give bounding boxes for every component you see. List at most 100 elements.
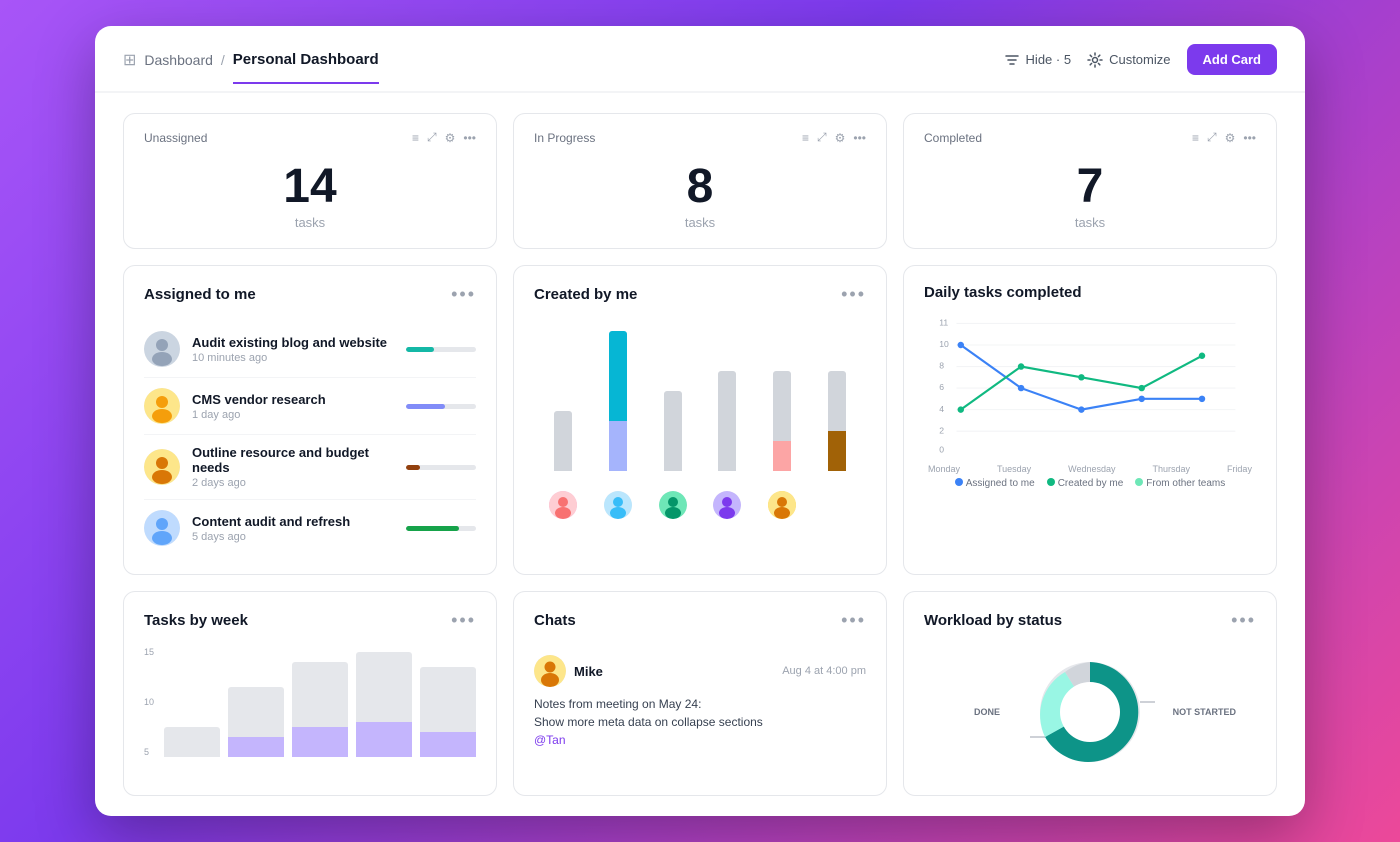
task-time-1: 10 minutes ago — [192, 352, 394, 364]
x-label-tue: Tuesday — [997, 464, 1031, 474]
progress-bar-3 — [406, 465, 420, 470]
stat-actions-c: ≡ ⤢ ⚙ ••• — [1192, 130, 1256, 145]
task-name-2: CMS vendor research — [192, 392, 394, 407]
filter-icon-c[interactable]: ≡ — [1192, 131, 1199, 145]
bar-col-3 — [653, 391, 692, 471]
tasks-by-week-card: Tasks by week ••• 15 10 5 — [123, 591, 497, 796]
more-icon[interactable]: ••• — [463, 131, 476, 145]
x-label-fri: Friday — [1227, 464, 1252, 474]
x-label-thu: Thursday — [1152, 464, 1190, 474]
more-icon-ip[interactable]: ••• — [853, 131, 866, 145]
filter-icon[interactable]: ≡ — [412, 131, 419, 145]
svg-text:2: 2 — [939, 425, 944, 435]
task-name-3: Outline resource and budget needs — [192, 445, 394, 475]
donut-chart — [1020, 647, 1160, 777]
created-bar-chart — [534, 321, 866, 471]
bar-avatar-2 — [604, 491, 632, 519]
middle-row: Assigned to me ••• Audit existing blog a… — [123, 265, 1277, 575]
task-item[interactable]: CMS vendor research 1 day ago — [144, 378, 476, 435]
stat-value-unassigned: 14 tasks — [144, 153, 476, 232]
task-time-2: 1 day ago — [192, 409, 394, 421]
chats-title: Chats — [534, 612, 576, 629]
avatar-2 — [144, 388, 180, 424]
customize-button[interactable]: Customize — [1087, 52, 1170, 68]
task-info-4: Content audit and refresh 5 days ago — [192, 514, 394, 543]
chats-header: Chats ••• — [534, 610, 866, 631]
task-progress-3 — [406, 465, 476, 470]
task-progress-1 — [406, 347, 476, 352]
stat-card-unassigned: Unassigned ≡ ⤢ ⚙ ••• 14 tasks — [123, 113, 497, 249]
chat-time: Aug 4 at 4:00 pm — [782, 665, 866, 677]
settings-icon-c[interactable]: ⚙ — [1225, 131, 1236, 145]
created-card-menu[interactable]: ••• — [841, 284, 866, 305]
bar-seg-brown-6 — [828, 431, 846, 471]
expand-icon-ip[interactable]: ⤢ — [817, 130, 827, 145]
more-icon-c[interactable]: ••• — [1243, 131, 1256, 145]
daily-tasks-card: Daily tasks completed 11 10 8 6 4 2 0 — [903, 265, 1277, 575]
week-bar-3 — [292, 647, 348, 757]
add-card-button[interactable]: Add Card — [1187, 44, 1278, 75]
legend-dot-assigned — [955, 478, 963, 486]
task-item[interactable]: Outline resource and budget needs 2 days… — [144, 435, 476, 500]
bar-seg-gray-5 — [773, 371, 791, 441]
settings-icon[interactable]: ⚙ — [445, 131, 456, 145]
workload-card: Workload by status ••• DONE — [903, 591, 1277, 796]
stat-actions: ≡ ⤢ ⚙ ••• — [412, 130, 476, 145]
chat-message: Mike Aug 4 at 4:00 pm Notes from meeting… — [534, 647, 866, 757]
chat-avatar — [534, 655, 566, 687]
week-bar-4 — [356, 647, 412, 757]
chats-card: Chats ••• Mike Aug 4 at 4:00 pm Notes fr… — [513, 591, 887, 796]
daily-tasks-header: Daily tasks completed — [924, 284, 1256, 301]
legend-dot-other — [1135, 478, 1143, 486]
expand-icon[interactable]: ⤢ — [427, 130, 437, 145]
workload-title: Workload by status — [924, 612, 1062, 629]
assigned-card-menu[interactable]: ••• — [451, 284, 476, 305]
svg-text:10: 10 — [939, 339, 949, 349]
breadcrumb-home[interactable]: Dashboard — [144, 52, 213, 68]
chat-msg-header: Mike Aug 4 at 4:00 pm — [534, 655, 866, 687]
stat-card-completed: Completed ≡ ⤢ ⚙ ••• 7 tasks — [903, 113, 1277, 249]
workload-menu[interactable]: ••• — [1231, 610, 1256, 631]
tasks-week-menu[interactable]: ••• — [451, 610, 476, 631]
created-card-header: Created by me ••• — [534, 284, 866, 305]
progress-bar-container-1 — [406, 347, 476, 352]
svg-text:11: 11 — [939, 318, 948, 328]
hide-button[interactable]: Hide · 5 — [1004, 52, 1072, 68]
settings-icon-ip[interactable]: ⚙ — [835, 131, 846, 145]
filter-icon-ip[interactable]: ≡ — [802, 131, 809, 145]
dashboard-icon: ⊞ — [123, 50, 136, 70]
week-bars — [164, 647, 476, 757]
created-card-title: Created by me — [534, 286, 637, 303]
x-label-mon: Monday — [928, 464, 960, 474]
expand-icon-c[interactable]: ⤢ — [1207, 130, 1217, 145]
line-chart-area: 11 10 8 6 4 2 0 — [924, 317, 1256, 477]
chat-tag[interactable]: @Tan — [534, 731, 866, 749]
bar-seg-teal-2 — [609, 331, 627, 421]
bar-seg-purple-2 — [609, 421, 627, 471]
x-label-wed: Wednesday — [1068, 464, 1115, 474]
stat-number-unassigned: 14 — [144, 163, 476, 211]
stat-number-inprogress: 8 — [534, 163, 866, 211]
svg-text:8: 8 — [939, 361, 944, 371]
donut-chart-area: DONE — [924, 647, 1256, 777]
avatar-3 — [144, 449, 180, 485]
stat-unit-unassigned: tasks — [144, 215, 476, 230]
stat-label-unassigned: Unassigned — [144, 131, 207, 145]
progress-bar-2 — [406, 404, 445, 409]
stat-label-completed: Completed — [924, 131, 982, 145]
week-chart-wrapper: 15 10 5 — [144, 647, 476, 757]
task-progress-2 — [406, 404, 476, 409]
stats-row: Unassigned ≡ ⤢ ⚙ ••• 14 tasks In Progres… — [123, 113, 1277, 249]
stat-value-inprogress: 8 tasks — [534, 153, 866, 232]
bar-seg-gray-1 — [554, 411, 572, 471]
bar-avatar-5 — [768, 491, 796, 519]
chart-x-labels: Monday Tuesday Wednesday Thursday Friday — [924, 464, 1256, 474]
task-item[interactable]: Content audit and refresh 5 days ago — [144, 500, 476, 556]
stat-label-inprogress: In Progress — [534, 131, 595, 145]
assigned-to-me-card: Assigned to me ••• Audit existing blog a… — [123, 265, 497, 575]
progress-bar-4 — [406, 526, 459, 531]
chats-menu[interactable]: ••• — [841, 610, 866, 631]
task-time-4: 5 days ago — [192, 531, 394, 543]
stat-card-header-c: Completed ≡ ⤢ ⚙ ••• — [924, 130, 1256, 145]
task-item[interactable]: Audit existing blog and website 10 minut… — [144, 321, 476, 378]
